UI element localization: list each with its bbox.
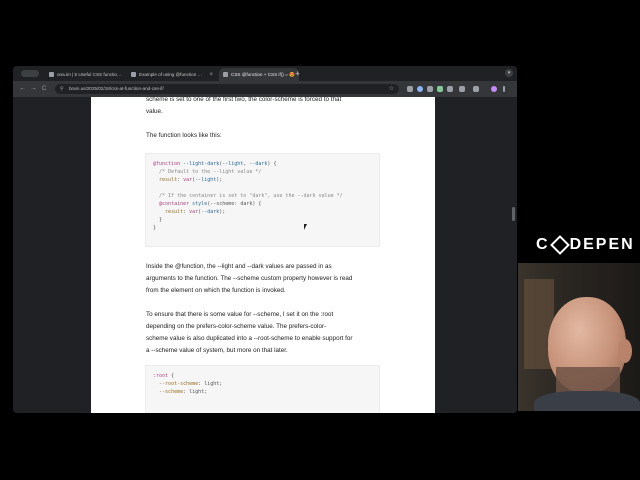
site-info-icon[interactable]: ⚲ [60, 84, 64, 94]
url-text: bram.us/2025/02/18/css-at-function-and-c… [69, 86, 164, 91]
extension-icon[interactable] [417, 86, 423, 92]
code-line: @function --light-dark(--light, --dark) … [153, 161, 277, 167]
bookmark-star-icon[interactable]: ☆ [389, 84, 394, 94]
window-controls[interactable] [21, 70, 39, 77]
code-block-function: @function --light-dark(--light, --dark) … [145, 153, 380, 247]
codepen-logo: C DEPEN [536, 235, 635, 255]
paragraph-line: from the element on which the function i… [146, 287, 286, 294]
profile-avatar[interactable] [491, 86, 497, 92]
tab-search-icon[interactable]: ▾ [505, 69, 513, 77]
favicon-icon [49, 72, 54, 77]
logo-text: C [536, 236, 550, 253]
tab-label: CSS @function + CSS if() = 😍 [231, 71, 295, 77]
extension-icon[interactable] [447, 86, 453, 92]
address-bar[interactable]: ⚲ bram.us/2025/02/18/css-at-function-and… [55, 84, 399, 94]
tab-label: Example of using @function … [139, 72, 203, 77]
code-block-root: :root { --root-scheme: light; --scheme: … [145, 365, 380, 413]
new-tab-button[interactable]: + [295, 68, 300, 80]
favicon-icon [131, 72, 136, 77]
code-line: --root-scheme: light; [159, 381, 223, 387]
scrollbar-thumb[interactable] [512, 207, 515, 221]
webcam-video [518, 263, 640, 411]
code-line: /* If the container is set to "dark", us… [153, 193, 343, 199]
page-viewport: scheme is set to one of the first two, t… [13, 97, 517, 413]
browser-toolbar: ← → C ⚲ bram.us/2025/02/18/css-at-functi… [13, 81, 517, 97]
paragraph-line: arguments to the function. The --scheme … [146, 275, 353, 282]
paragraph-scheme: scheme is set to one of the first two, t… [146, 97, 382, 118]
paragraph-arguments: Inside the @function, the --light and --… [146, 261, 382, 297]
tab-strip: ona.im | 5 Useful CSS functio… × Example… [13, 66, 517, 81]
tab-example-function[interactable]: Example of using @function … × [127, 68, 217, 81]
tab-label: ona.im | 5 Useful CSS functio… [57, 72, 122, 77]
article-page: scheme is set to one of the first two, t… [91, 97, 435, 413]
forward-button[interactable]: → [30, 84, 37, 94]
tab-css-function-if[interactable]: CSS @function + CSS if() = 😍 × [219, 68, 299, 81]
paragraph-line: scheme is set to one of the first two, t… [146, 97, 342, 103]
close-tab-icon[interactable]: × [122, 72, 126, 78]
extension-icon[interactable] [427, 86, 433, 92]
mouse-cursor-icon [304, 224, 307, 230]
browser-window: ona.im | 5 Useful CSS functio… × Example… [13, 66, 517, 413]
code-line: :root { [153, 373, 175, 379]
paragraph-line: To ensure that there is some value for -… [146, 311, 334, 318]
paragraph-line: Inside the @function, the --light and --… [146, 263, 332, 270]
code-line: --scheme: light; [159, 389, 208, 395]
code-line: } [153, 217, 163, 223]
extension-icon[interactable] [407, 86, 413, 92]
extensions-puzzle-icon[interactable] [459, 86, 465, 92]
paragraph-root-scheme: To ensure that there is some value for -… [146, 309, 382, 357]
paragraph-line: value. [146, 108, 163, 115]
code-line: result: var(--light); [159, 177, 223, 183]
favicon-icon [223, 72, 228, 77]
paragraph-function-intro: The function looks like this: [146, 132, 222, 139]
code-line: @container style(--scheme: dark) { [159, 201, 262, 207]
paragraph-line: a --scheme value of system, but more on … [146, 347, 288, 354]
paragraph-line: depending on the prefers-color-scheme va… [146, 323, 327, 330]
code-line: } [153, 225, 157, 231]
code-line: /* Default to the --light value */ [153, 169, 262, 175]
code-line: result: var(--dark); [165, 209, 226, 215]
reload-button[interactable]: C [42, 84, 46, 94]
paragraph-line: scheme value is also duplicated into a -… [146, 335, 353, 342]
back-button[interactable]: ← [19, 84, 26, 94]
tab-useful-css-functions[interactable]: ona.im | 5 Useful CSS functio… × [45, 68, 125, 81]
extension-icon[interactable] [437, 86, 443, 92]
logo-text: DEPEN [569, 236, 635, 253]
codepen-cube-icon [549, 235, 570, 255]
sidebar-icon[interactable] [473, 86, 479, 92]
close-tab-icon[interactable]: × [206, 72, 213, 78]
menu-kebab-icon[interactable] [503, 86, 505, 92]
